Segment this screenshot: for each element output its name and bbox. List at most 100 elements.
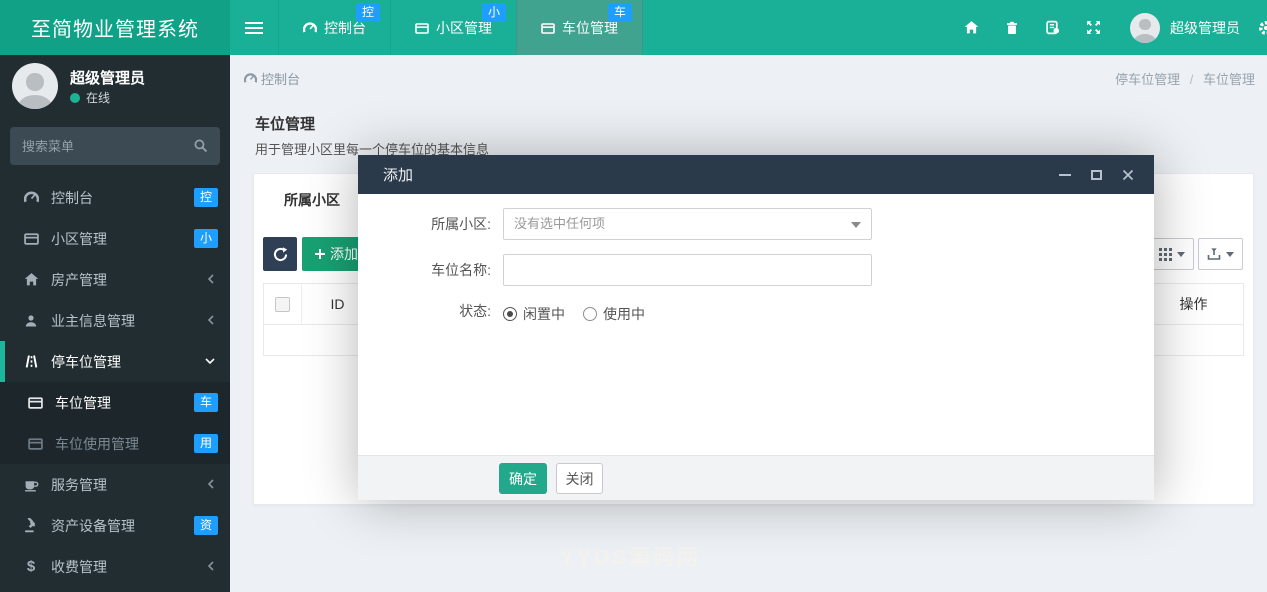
- chevron-left-icon: [206, 314, 216, 326]
- menu-badge: 车: [193, 393, 218, 412]
- sidebar-menu: 控制台 控 小区管理 小 房产管理 业主信息管理 停车位管理 车位管理 车 车位…: [0, 177, 230, 587]
- radio-inuse-label: 使用中: [603, 306, 645, 322]
- home-icon[interactable]: [964, 20, 979, 35]
- sidebar-item-dashboard[interactable]: 控制台 控: [0, 177, 230, 218]
- sidebar-item-property[interactable]: 房产管理: [0, 259, 230, 300]
- status-radio-group: 闲置中 使用中: [503, 304, 663, 324]
- gauge-icon: [20, 190, 42, 205]
- navbar-actions: 超级管理员: [951, 0, 1267, 55]
- chevron-left-icon: [206, 273, 216, 285]
- minimize-icon[interactable]: [1059, 173, 1071, 176]
- toolbar-right: [1145, 238, 1243, 270]
- card-icon: [24, 436, 46, 451]
- plus-icon: [314, 248, 326, 260]
- community-select[interactable]: 没有选中任何项: [503, 208, 872, 240]
- status-field-label: 状态:: [459, 303, 491, 319]
- community-field-label: 所属小区:: [431, 216, 491, 232]
- caret-down-icon: [851, 222, 861, 228]
- search-icon[interactable]: [193, 138, 208, 153]
- app-title: 至简物业管理系统: [0, 0, 230, 55]
- trash-icon[interactable]: [1005, 21, 1019, 35]
- parking-submenu: 车位管理 车 车位使用管理 用: [0, 382, 230, 464]
- column-header-action[interactable]: 操作: [1143, 284, 1243, 324]
- sidebar-item-assets[interactable]: 资产设备管理 资: [0, 505, 230, 546]
- sidebar-item-parking-usage[interactable]: 车位使用管理 用: [0, 423, 230, 464]
- sidebar-avatar[interactable]: [12, 63, 58, 109]
- gavel-icon: [20, 518, 42, 533]
- dollar-icon: $: [26, 558, 36, 575]
- hamburger-icon: [245, 19, 263, 37]
- sidebar: 超级管理员 在线 控制台 控 小区管理 小 房产管理 业主信息管理: [0, 55, 230, 592]
- dialog-body: 所属小区: 没有选中任何项 车位名称: 状态: 闲置中 使用中: [358, 194, 1154, 455]
- settings-gear-icon[interactable]: [1258, 20, 1267, 36]
- watermark: YYDS源码网: [560, 546, 702, 569]
- radio-inuse[interactable]: [583, 307, 597, 321]
- gauge-icon: [244, 72, 257, 85]
- export-icon: [1207, 247, 1221, 261]
- nav-tabs: 控制台 控 小区管理 小 车位管理 车: [230, 0, 643, 55]
- dialog-footer: 确定 关闭: [358, 455, 1154, 500]
- caret-down-icon: [1176, 251, 1185, 257]
- log-book-icon[interactable]: [1045, 20, 1060, 35]
- breadcrumb-current[interactable]: 车位管理: [1203, 72, 1255, 87]
- grid-icon: [1158, 247, 1172, 261]
- sidebar-user-name: 超级管理员: [70, 70, 146, 87]
- menu-badge: 小: [193, 229, 218, 248]
- refresh-icon: [273, 246, 288, 262]
- nav-tab-dashboard[interactable]: 控制台 控: [278, 0, 390, 55]
- menu-toggle-button[interactable]: [230, 0, 278, 55]
- top-navbar: 至简物业管理系统 控制台 控 小区管理 小 车位管理 车 超级管理员: [0, 0, 1267, 55]
- sidebar-user-status: 在线: [70, 89, 110, 106]
- dialog-title: 添加: [383, 167, 414, 184]
- chevron-left-icon: [206, 478, 216, 490]
- sidebar-item-parking[interactable]: 停车位管理: [0, 341, 230, 382]
- sidebar-item-owners[interactable]: 业主信息管理: [0, 300, 230, 341]
- page-header: 车位管理 用于管理小区里每一个停车位的基本信息: [255, 113, 489, 158]
- maximize-icon[interactable]: [1091, 169, 1102, 180]
- nav-tab-parking[interactable]: 车位管理 车: [516, 0, 643, 55]
- online-dot: [70, 92, 80, 103]
- page-title: 车位管理: [255, 116, 316, 133]
- user-avatar[interactable]: [1130, 12, 1160, 43]
- sidebar-item-parking-spaces[interactable]: 车位管理 车: [0, 382, 230, 423]
- parking-name-input[interactable]: [503, 254, 872, 286]
- breadcrumb-separator: /: [1189, 72, 1194, 87]
- breadcrumb-section[interactable]: 停车位管理: [1115, 72, 1180, 87]
- radio-idle-label: 闲置中: [523, 306, 565, 322]
- coffee-icon: [20, 477, 42, 492]
- dialog-header[interactable]: 添加: [358, 155, 1154, 194]
- refresh-button[interactable]: [263, 237, 297, 271]
- user-name[interactable]: 超级管理员: [1170, 18, 1240, 38]
- add-dialog: 添加 所属小区: 没有选中任何项 车位名称: 状态: 闲置中 使用中 确定 关闭: [358, 155, 1154, 500]
- fullscreen-icon[interactable]: [1086, 20, 1101, 35]
- person-icon: [20, 314, 42, 328]
- gauge-icon: [303, 21, 317, 35]
- breadcrumb[interactable]: 控制台: [244, 69, 300, 88]
- tab-badge: 小: [481, 3, 506, 22]
- menu-badge: 资: [193, 516, 218, 535]
- export-dropdown-button[interactable]: [1198, 238, 1243, 270]
- sidebar-item-community[interactable]: 小区管理 小: [0, 218, 230, 259]
- cancel-button[interactable]: 关闭: [556, 463, 603, 494]
- house-icon: [20, 272, 42, 287]
- active-indicator: [0, 341, 5, 382]
- menu-badge: 控: [193, 188, 218, 207]
- confirm-button[interactable]: 确定: [499, 463, 547, 494]
- nav-tab-community[interactable]: 小区管理 小: [390, 0, 516, 55]
- caret-down-icon: [1226, 251, 1234, 257]
- sidebar-item-services[interactable]: 服务管理: [0, 464, 230, 505]
- name-field-label: 车位名称:: [431, 262, 491, 278]
- sidebar-user-block: 超级管理员 在线: [0, 55, 230, 117]
- sidebar-search: [10, 127, 220, 165]
- radio-idle[interactable]: [503, 307, 517, 321]
- select-all-checkbox[interactable]: [275, 296, 290, 312]
- search-input[interactable]: [22, 127, 182, 165]
- tab-badge: 控: [355, 3, 380, 22]
- sidebar-item-fees[interactable]: $ 收费管理: [0, 546, 230, 587]
- columns-dropdown-button[interactable]: [1149, 238, 1194, 270]
- close-icon[interactable]: [1122, 169, 1134, 181]
- card-icon: [20, 231, 42, 246]
- card-icon: [541, 21, 555, 35]
- community-select-value: 没有选中任何项: [514, 216, 606, 231]
- card-icon: [415, 21, 429, 35]
